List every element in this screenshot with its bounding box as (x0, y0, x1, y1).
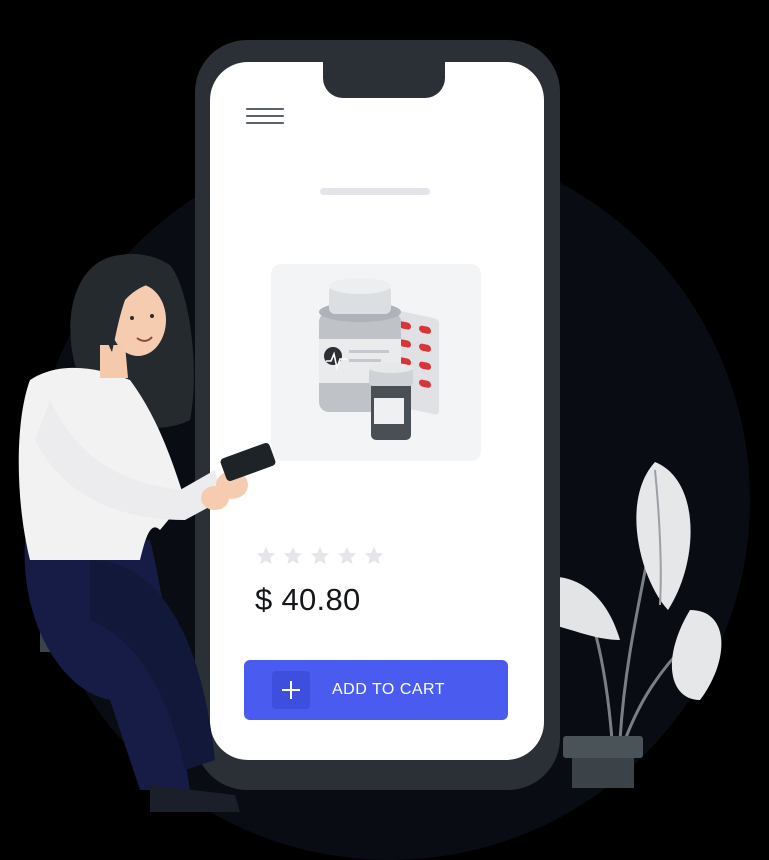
illustration-scene: $ 40.80 ADD TO CART (0, 0, 769, 860)
woman-illustration (18, 253, 276, 812)
